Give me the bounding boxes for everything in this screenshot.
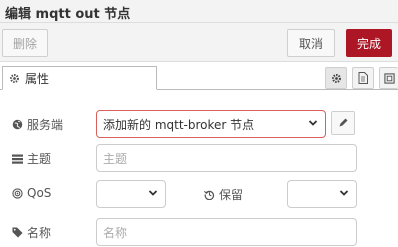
- server-label-text: 服务端: [27, 118, 64, 132]
- settings-tab-button[interactable]: [325, 67, 347, 89]
- chevron-down-icon: [339, 188, 349, 198]
- appearance-tab-button[interactable]: [379, 67, 398, 89]
- topic-label-text: 主题: [27, 152, 52, 166]
- editor-toolbar: 删除 取消 完成: [0, 23, 398, 62]
- retain-select[interactable]: [287, 180, 357, 208]
- server-label: 服务端: [12, 116, 63, 133]
- topic-placeholder: 主题: [103, 151, 128, 166]
- edit-server-button[interactable]: [331, 111, 355, 135]
- server-select[interactable]: 添加新的 mqtt-broker 节点: [96, 110, 326, 138]
- cancel-button[interactable]: 取消: [287, 29, 335, 57]
- qos-select[interactable]: [96, 180, 166, 208]
- editor-title-bar: 编辑 mqtt out 节点: [0, 0, 398, 23]
- settings-icon: [331, 73, 342, 84]
- description-tab-button[interactable]: [352, 67, 374, 89]
- pencil-icon: [338, 118, 348, 128]
- podcast-icon: [12, 187, 23, 199]
- tag-icon: [12, 227, 23, 238]
- server-select-value: 添加新的 mqtt-broker 节点: [103, 117, 255, 132]
- tasks-icon: [12, 154, 23, 164]
- qos-label-text: QoS: [27, 186, 52, 200]
- chevron-down-icon: [148, 188, 158, 198]
- done-button[interactable]: 完成: [346, 29, 392, 57]
- gear-icon: [9, 73, 20, 84]
- name-label-text: 名称: [27, 226, 52, 240]
- history-icon: [204, 189, 215, 200]
- chevron-down-icon: [308, 118, 318, 128]
- frame-icon: [383, 72, 395, 84]
- delete-button[interactable]: 删除: [2, 29, 48, 57]
- name-input[interactable]: 名称: [96, 218, 357, 246]
- topic-input[interactable]: 主题: [96, 144, 357, 172]
- editor-title: 编辑 mqtt out 节点: [5, 7, 131, 22]
- tab-properties[interactable]: 属性: [2, 66, 157, 90]
- name-label: 名称: [12, 224, 51, 241]
- globe-icon: [12, 119, 23, 130]
- retain-label: 保留: [204, 186, 243, 203]
- retain-label-text: 保留: [219, 188, 244, 202]
- tab-properties-label: 属性: [25, 71, 50, 86]
- name-placeholder: 名称: [103, 225, 128, 240]
- topic-label: 主题: [12, 150, 51, 167]
- document-icon: [358, 72, 368, 84]
- qos-label: QoS: [12, 186, 51, 200]
